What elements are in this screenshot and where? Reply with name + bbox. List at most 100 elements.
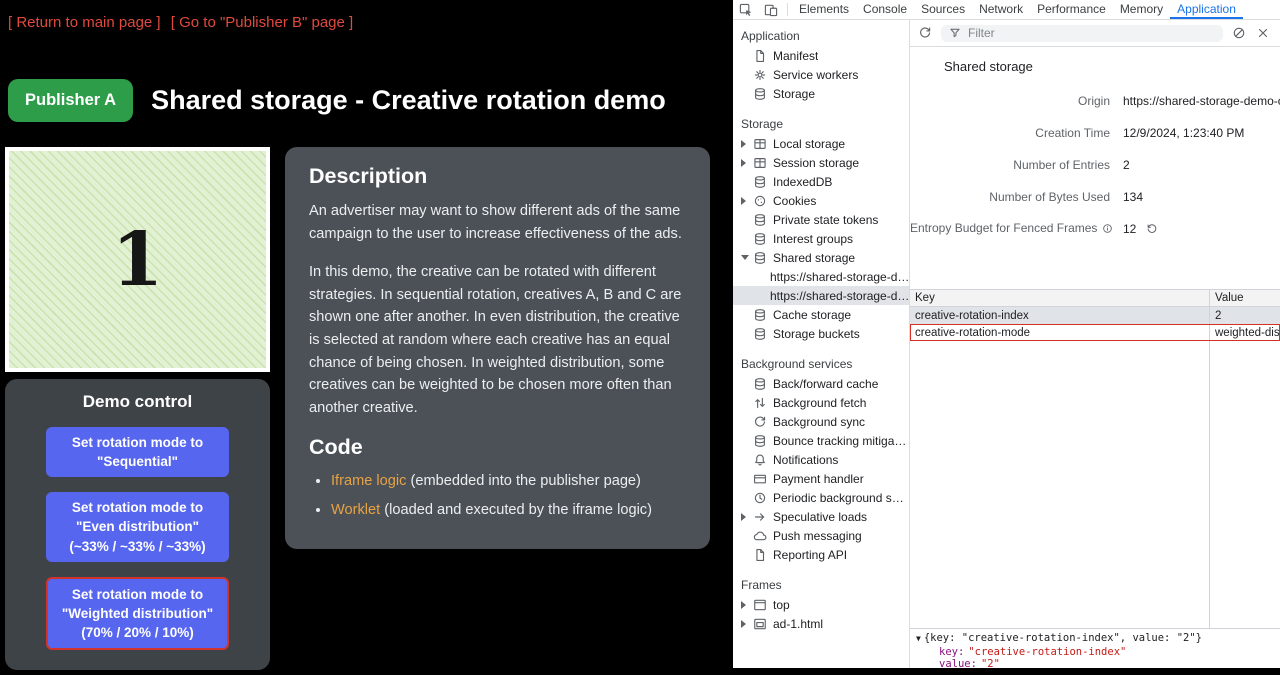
sidebar-item-label: Private state tokens xyxy=(773,213,878,227)
tab-sources[interactable]: Sources xyxy=(914,0,972,19)
worklet-link[interactable]: Worklet xyxy=(331,502,380,518)
metadata-row: Originhttps://shared-storage-demo-co xyxy=(910,85,1280,117)
sidebar-item-label: Storage xyxy=(773,87,815,101)
inspect-icon[interactable] xyxy=(733,0,758,19)
sidebar-item-label: https://shared-storage-d… xyxy=(770,289,909,303)
tab-elements[interactable]: Elements xyxy=(792,0,856,19)
sidebar-item-periodic-background-s[interactable]: Periodic background s… xyxy=(733,488,909,507)
sidebar-item-label: IndexedDB xyxy=(773,175,832,189)
sidebar-item-label: ad-1.html xyxy=(773,617,823,631)
database-icon xyxy=(752,433,768,449)
chevron-right-icon[interactable] xyxy=(741,140,752,148)
sidebar-item-cookies[interactable]: Cookies xyxy=(733,191,909,210)
chevron-right-icon[interactable] xyxy=(741,159,752,167)
tab-memory[interactable]: Memory xyxy=(1113,0,1170,19)
chevron-down-icon[interactable] xyxy=(741,255,752,260)
table-icon xyxy=(752,155,768,171)
sidebar-item-shared-storage[interactable]: Shared storage xyxy=(733,248,909,267)
metadata-value: 12/9/2024, 1:23:40 PM xyxy=(1123,126,1244,140)
creative-ad-frame: 1 xyxy=(5,147,270,372)
chevron-right-icon[interactable] xyxy=(741,601,752,609)
rotation-even-button[interactable]: Set rotation mode to "Even distribution"… xyxy=(46,492,229,561)
sidebar-item-ad-1-html[interactable]: ad-1.html xyxy=(733,614,909,633)
sidebar-item-cache-storage[interactable]: Cache storage xyxy=(733,305,909,324)
left-column: 1 Demo control Set rotation mode to "Seq… xyxy=(5,147,270,670)
chevron-right-icon[interactable] xyxy=(741,197,752,205)
sidebar-item-storage[interactable]: Storage xyxy=(733,84,909,103)
sync-icon xyxy=(752,414,768,430)
column-header-key[interactable]: Key xyxy=(910,290,1210,306)
reset-icon[interactable] xyxy=(1146,223,1158,235)
sidebar-item-https-shared-storage-d[interactable]: https://shared-storage-d… xyxy=(733,267,909,286)
sidebar-item-bounce-tracking-mitiga[interactable]: Bounce tracking mitiga… xyxy=(733,431,909,450)
sidebar-item-label: Shared storage xyxy=(773,251,855,265)
sidebar-item-label: Speculative loads xyxy=(773,510,867,524)
return-main-link[interactable]: [ Return to main page ] xyxy=(8,14,161,31)
sidebar-item-manifest[interactable]: Manifest xyxy=(733,46,909,65)
rotation-sequential-button[interactable]: Set rotation mode to "Sequential" xyxy=(46,427,229,477)
sidebar-item-back-forward-cache[interactable]: Back/forward cache xyxy=(733,374,909,393)
clear-all-icon[interactable] xyxy=(1231,25,1247,41)
sidebar-item-indexeddb[interactable]: IndexedDB xyxy=(733,172,909,191)
sidebar-item-label: Background sync xyxy=(773,415,865,429)
metadata-label-text: Number of Entries xyxy=(1013,158,1110,172)
iframe-logic-link[interactable]: Iframe logic xyxy=(331,473,406,489)
chevron-right-icon[interactable] xyxy=(741,513,752,521)
table-icon xyxy=(752,136,768,152)
speculative-icon xyxy=(752,509,768,525)
device-toolbar-icon[interactable] xyxy=(758,0,783,19)
caret-down-icon[interactable]: ▼ xyxy=(916,634,921,643)
sidebar-item-label: Periodic background s… xyxy=(773,491,904,505)
sidebar-item-payment-handler[interactable]: Payment handler xyxy=(733,469,909,488)
chevron-right-icon[interactable] xyxy=(741,620,752,628)
tab-network[interactable]: Network xyxy=(972,0,1030,19)
list-item-text: (embedded into the publisher page) xyxy=(406,473,640,489)
table-row[interactable]: creative-rotation-modeweighted-distribut… xyxy=(910,324,1280,341)
devtools-tabbar: ElementsConsoleSourcesNetworkPerformance… xyxy=(733,0,1280,20)
database-icon xyxy=(752,212,768,228)
sidebar-item-private-state-tokens[interactable]: Private state tokens xyxy=(733,210,909,229)
preview-value-name: value: xyxy=(939,658,977,668)
description-paragraph: An advertiser may want to show different… xyxy=(309,200,686,245)
sidebar-item-speculative-loads[interactable]: Speculative loads xyxy=(733,507,909,526)
sidebar-item-service-workers[interactable]: Service workers xyxy=(733,65,909,84)
sidebar-item-interest-groups[interactable]: Interest groups xyxy=(733,229,909,248)
table-row[interactable]: creative-rotation-index2 xyxy=(910,307,1280,324)
sidebar-item-push-messaging[interactable]: Push messaging xyxy=(733,526,909,545)
metadata-label: Entropy Budget for Fenced Frames xyxy=(910,221,1110,237)
cell-value: weighted-distribution xyxy=(1210,324,1280,341)
column-header-value[interactable]: Value xyxy=(1210,290,1280,306)
sidebar-item-https-shared-storage-d[interactable]: https://shared-storage-d… xyxy=(733,286,909,305)
table-filler xyxy=(910,341,1280,628)
page-title: Shared storage - Creative rotation demo xyxy=(151,85,666,116)
sidebar-item-storage-buckets[interactable]: Storage buckets xyxy=(733,324,909,343)
sidebar-item-local-storage[interactable]: Local storage xyxy=(733,134,909,153)
sidebar-item-reporting-api[interactable]: Reporting API xyxy=(733,545,909,564)
sidebar-section-storage: Storage xyxy=(733,112,909,134)
tab-console[interactable]: Console xyxy=(856,0,914,19)
sidebar-item-session-storage[interactable]: Session storage xyxy=(733,153,909,172)
database-icon xyxy=(752,307,768,323)
metadata-label: Creation Time xyxy=(910,126,1110,140)
rotation-weighted-button[interactable]: Set rotation mode to "Weighted distribut… xyxy=(46,577,229,650)
filter-input[interactable]: Filter xyxy=(941,25,1223,42)
close-icon[interactable] xyxy=(1255,25,1271,41)
tab-performance[interactable]: Performance xyxy=(1030,0,1113,19)
description-panel: Description An advertiser may want to sh… xyxy=(285,147,710,549)
sidebar-item-notifications[interactable]: Notifications xyxy=(733,450,909,469)
payment-icon xyxy=(752,471,768,487)
refresh-icon[interactable] xyxy=(917,25,933,41)
sidebar-item-background-fetch[interactable]: Background fetch xyxy=(733,393,909,412)
sidebar-item-top[interactable]: top xyxy=(733,595,909,614)
cloud-icon xyxy=(752,528,768,544)
publisher-b-link[interactable]: [ Go to "Publisher B" page ] xyxy=(171,14,353,31)
cell-value: 2 xyxy=(1210,307,1280,324)
metadata-value: 134 xyxy=(1123,190,1143,204)
tab-application[interactable]: Application xyxy=(1170,0,1243,19)
sidebar-item-background-sync[interactable]: Background sync xyxy=(733,412,909,431)
metadata-row: Number of Bytes Used134 xyxy=(910,181,1280,213)
cell-key: creative-rotation-mode xyxy=(910,324,1210,341)
list-item: Worklet (loaded and executed by the ifra… xyxy=(331,500,686,522)
sidebar-item-label: Cache storage xyxy=(773,308,851,322)
demo-control-title: Demo control xyxy=(5,392,270,412)
